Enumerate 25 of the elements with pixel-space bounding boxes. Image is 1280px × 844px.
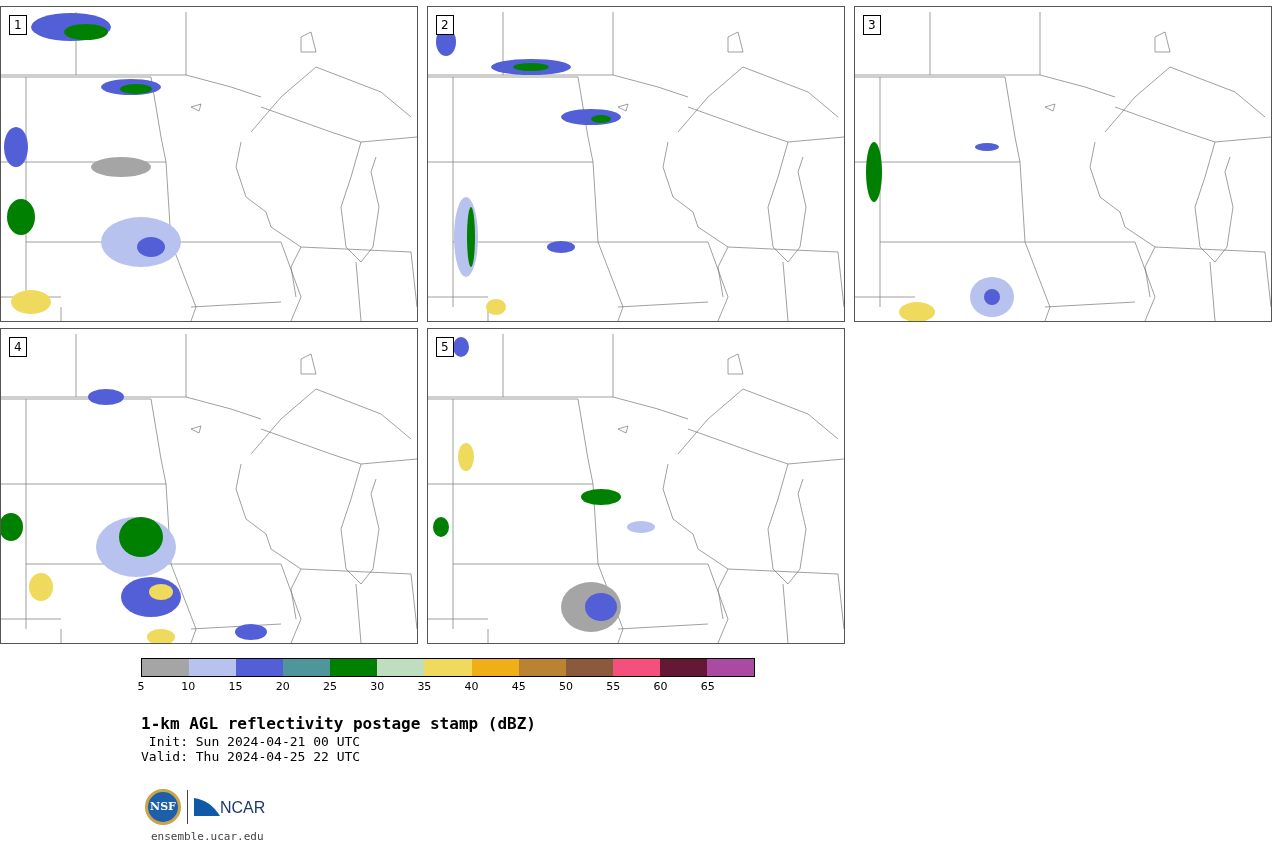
tick-label: 15 (228, 680, 243, 694)
tick-label: 45 (511, 680, 526, 694)
tick-label: 60 (653, 680, 668, 694)
tick-label: 20 (275, 680, 290, 694)
panel-number: 5 (436, 337, 454, 357)
swoosh-icon (194, 798, 220, 816)
tick-label: 50 (559, 680, 574, 694)
tick-label: 65 (700, 680, 715, 694)
seal-logo: NSF (145, 789, 181, 825)
tick-label: 30 (370, 680, 385, 694)
chart-title: 1-km AGL reflectivity postage stamp (dBZ) (141, 714, 537, 734)
panel-number: 3 (863, 15, 881, 35)
tick-label: 40 (464, 680, 479, 694)
init-time: Init: Sun 2024-04-21 00 UTC (147, 734, 362, 749)
tick-label: 35 (417, 680, 432, 694)
valid-time: Valid: Thu 2024-04-25 22 UTC (141, 749, 362, 764)
site-url: ensemble.ucar.edu (151, 829, 265, 844)
tick-label: 55 (606, 680, 621, 694)
tick-label: 5 (137, 680, 145, 694)
panel-number: 2 (436, 15, 454, 35)
tick-label: 25 (322, 680, 337, 694)
logo-text: NCAR (220, 800, 266, 816)
panel-number: 4 (9, 337, 27, 357)
panel-number: 1 (9, 15, 27, 35)
tick-label: 10 (181, 680, 196, 694)
